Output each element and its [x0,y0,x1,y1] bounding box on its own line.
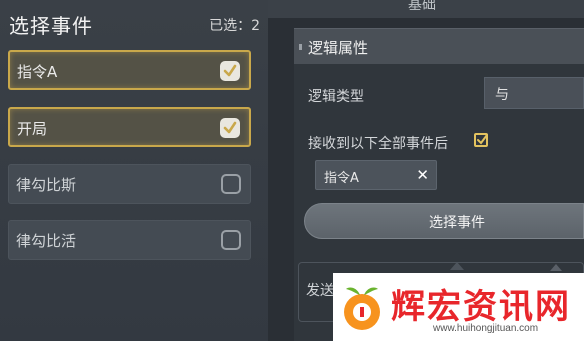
orange-logo-icon [344,287,380,330]
event-item-label: 开局 [17,120,48,138]
select-event-button-label: 选择事件 [429,215,485,231]
event-selection-panel: 选择事件 已选：2 指令A 开局 律勾比斯 律勾比活 [0,0,268,341]
send-label: 发送 [306,283,334,299]
event-item-instruction-a[interactable]: 指令A [8,50,251,90]
tab-basic[interactable]: 基础 [268,0,584,18]
event-item-3[interactable]: 律勾比斯 [8,164,251,204]
checkbox-checked-icon[interactable] [220,61,240,81]
event-item-label: 律勾比活 [16,232,77,250]
logic-type-value: 与 [495,87,509,103]
watermark: 辉宏资讯网 www.huihongjituan.com [333,273,584,341]
checkbox-checked-icon[interactable] [220,118,240,138]
event-panel-header: 选择事件 已选：2 [0,0,268,46]
checkbox-unchecked-icon[interactable] [221,174,241,194]
checkbox-unchecked-icon[interactable] [221,230,241,250]
watermark-brand: 辉宏资讯网 [391,287,571,327]
event-item-label: 律勾比斯 [16,176,77,194]
logic-type-select[interactable]: 与 [484,77,584,109]
event-item-4[interactable]: 律勾比活 [8,220,251,260]
selected-count: 已选：2 [209,18,260,34]
tag-label: 指令A [324,171,359,186]
selected-event-tag: 指令A ✕ [315,160,437,190]
event-item-label: 指令A [17,63,58,81]
watermark-url: www.huihongjituan.com [433,323,539,334]
event-item-game-start[interactable]: 开局 [8,107,251,147]
collapse-marker-icon [299,44,302,50]
dropdown-caret-icon [450,262,464,270]
trigger-condition-label: 接收到以下全部事件后 [308,136,448,152]
trigger-checkbox-icon[interactable] [474,133,488,147]
select-event-button[interactable]: 选择事件 [304,203,584,239]
section-title: 逻辑属性 [308,39,369,57]
logic-type-label: 逻辑类型 [308,89,364,105]
panel-title: 选择事件 [9,14,93,38]
dropdown-caret-icon [550,264,562,271]
close-icon[interactable]: ✕ [416,166,429,184]
tab-basic-label: 基础 [408,0,436,13]
section-header-logic-properties[interactable]: 逻辑属性 [294,28,584,64]
